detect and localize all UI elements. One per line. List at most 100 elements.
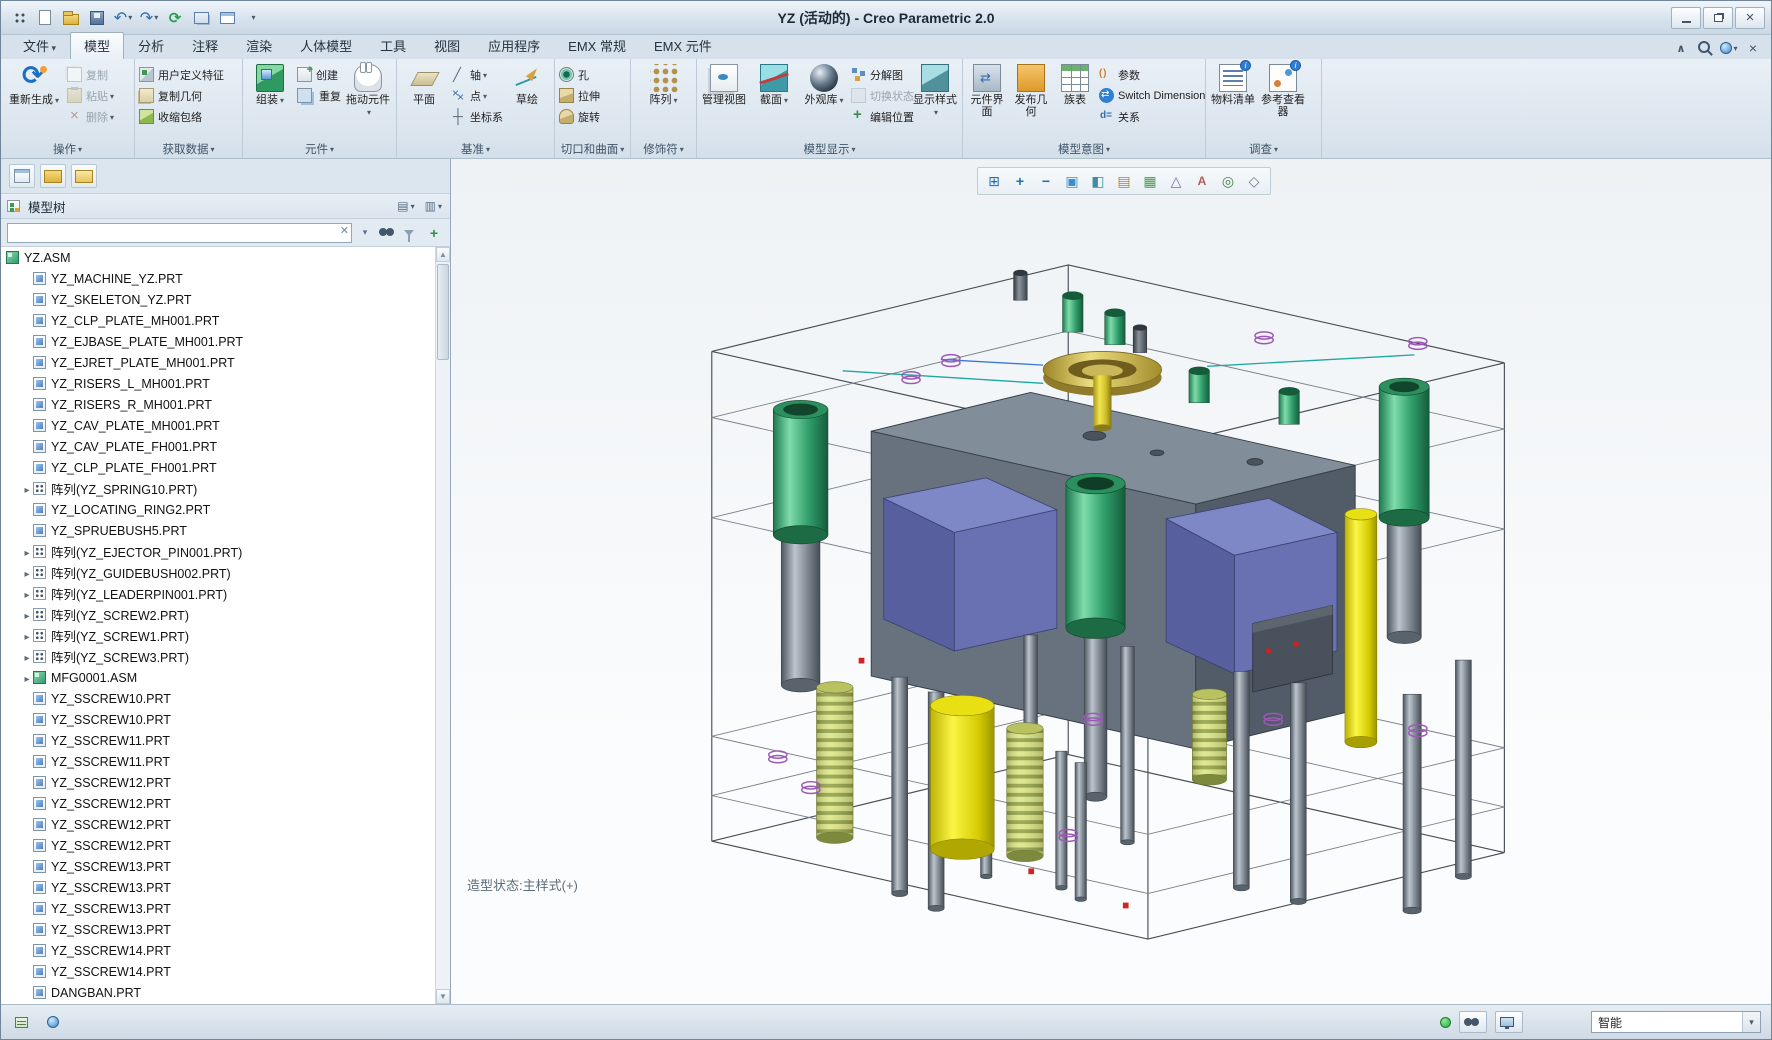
- shrinkwrap-button[interactable]: 收缩包络: [139, 108, 224, 125]
- publish-geometry-button[interactable]: 发布几何: [1011, 63, 1051, 118]
- tree-scrollbar[interactable]: ▲ ▼: [435, 247, 450, 1004]
- expand-icon[interactable]: [21, 629, 33, 643]
- manage-views-button[interactable]: 管理视图: [701, 63, 747, 106]
- model-tree-item[interactable]: YZ_RISERS_L_MH001.PRT: [1, 373, 435, 394]
- view-manager-icon[interactable]: ▦: [1138, 170, 1162, 192]
- model-tree-item[interactable]: YZ_SPRUEBUSH5.PRT: [1, 520, 435, 541]
- find-icon[interactable]: [378, 223, 398, 243]
- perspective-icon[interactable]: ◇: [1242, 170, 1266, 192]
- ribbon-search-icon[interactable]: [1695, 39, 1715, 57]
- ribbon-tab[interactable]: 渲染: [232, 32, 286, 59]
- ribbon-tab[interactable]: EMX 元件: [640, 32, 726, 59]
- model-tree-item[interactable]: YZ.ASM: [1, 247, 435, 268]
- save-icon[interactable]: [85, 6, 109, 30]
- switch-state-button[interactable]: 切换状态: [851, 87, 914, 104]
- model-tree-item[interactable]: 阵列(YZ_SCREW2.PRT): [1, 604, 435, 625]
- model-tree-item[interactable]: YZ_SSCREW11.PRT: [1, 730, 435, 751]
- repaint-icon[interactable]: ▣: [1060, 170, 1084, 192]
- model-tree-item[interactable]: 阵列(YZ_SCREW3.PRT): [1, 646, 435, 667]
- ribbon-tab[interactable]: 注释: [178, 32, 232, 59]
- model-tree-item[interactable]: YZ_SSCREW12.PRT: [1, 772, 435, 793]
- model-tree-item[interactable]: YZ_SSCREW13.PRT: [1, 898, 435, 919]
- model-tree-item[interactable]: YZ_CLP_PLATE_FH001.PRT: [1, 457, 435, 478]
- relations-button[interactable]: 关系: [1099, 108, 1201, 125]
- pattern-button[interactable]: 阵列: [641, 63, 687, 107]
- regenerate-small-icon[interactable]: [163, 6, 187, 30]
- expand-icon[interactable]: [21, 608, 33, 622]
- copy-button[interactable]: 复制: [67, 66, 114, 83]
- family-table-button[interactable]: 族表: [1055, 63, 1095, 106]
- udf-button[interactable]: 用户定义特征: [139, 66, 224, 83]
- sketch-button[interactable]: 草绘: [504, 63, 550, 106]
- assemble-button[interactable]: 组装: [247, 63, 293, 107]
- group-label-datum[interactable]: 基准: [397, 140, 554, 158]
- zoom-in-icon[interactable]: +: [1008, 170, 1032, 192]
- model-tree-item[interactable]: MFG0001.ASM: [1, 667, 435, 688]
- model-tree-item[interactable]: YZ_SSCREW14.PRT: [1, 940, 435, 961]
- model-tree-item[interactable]: YZ_SSCREW13.PRT: [1, 877, 435, 898]
- annotations-display-icon[interactable]: A: [1190, 170, 1214, 192]
- tree-add-icon[interactable]: [424, 223, 444, 243]
- expand-icon[interactable]: [21, 650, 33, 664]
- model-tree-item[interactable]: 阵列(YZ_SCREW1.PRT): [1, 625, 435, 646]
- browser-toggle-icon[interactable]: [43, 1011, 67, 1033]
- sections-button[interactable]: 截面: [751, 63, 797, 107]
- model-tree-item[interactable]: YZ_SSCREW10.PRT: [1, 709, 435, 730]
- collapse-ribbon-icon[interactable]: [1671, 39, 1691, 57]
- chevron-down-icon[interactable]: ▾: [1742, 1012, 1760, 1032]
- extrude-button[interactable]: 拉伸: [559, 87, 600, 104]
- model-tree-item[interactable]: YZ_CAV_PLATE_FH001.PRT: [1, 436, 435, 457]
- model-tree-item[interactable]: YZ_SSCREW13.PRT: [1, 856, 435, 877]
- window-cascade-icon[interactable]: [189, 6, 213, 30]
- model-tree-item[interactable]: YZ_CLP_PLATE_MH001.PRT: [1, 310, 435, 331]
- model-tree-item[interactable]: 阵列(YZ_SPRING10.PRT): [1, 478, 435, 499]
- model-tree-search-input[interactable]: [7, 222, 352, 243]
- clear-search-icon[interactable]: ✕: [340, 225, 349, 237]
- model-tree-item[interactable]: YZ_SKELETON_YZ.PRT: [1, 289, 435, 310]
- close-button[interactable]: [1735, 6, 1765, 29]
- navigator-toggle-icon[interactable]: [11, 1011, 35, 1033]
- ribbon-tab[interactable]: 视图: [420, 32, 474, 59]
- regenerate-button[interactable]: 重新生成: [5, 60, 63, 107]
- datum-display-icon[interactable]: △: [1164, 170, 1188, 192]
- minimize-button[interactable]: [1671, 6, 1701, 29]
- ribbon-tab[interactable]: 文件: [9, 32, 70, 59]
- scroll-down-icon[interactable]: ▼: [436, 989, 450, 1004]
- datum-csys-button[interactable]: 坐标系: [451, 108, 503, 125]
- group-label-model-intent[interactable]: 模型意图: [963, 140, 1205, 158]
- repeat-button[interactable]: 重复: [297, 87, 341, 104]
- scroll-up-icon[interactable]: ▲: [436, 247, 450, 262]
- model-tree-item[interactable]: DANGBAN.PRT: [1, 982, 435, 1003]
- model-tree-item[interactable]: YZ_EJRET_PLATE_MH001.PRT: [1, 352, 435, 373]
- scroll-thumb[interactable]: [437, 264, 449, 360]
- expand-icon[interactable]: [21, 566, 33, 580]
- group-label-get-data[interactable]: 获取数据: [135, 140, 242, 158]
- group-label-investigate[interactable]: 调查: [1206, 140, 1321, 158]
- model-tree-item[interactable]: YZ_SSCREW14.PRT: [1, 961, 435, 982]
- paste-button[interactable]: 粘贴: [67, 87, 114, 104]
- window-tool-button[interactable]: [1495, 1011, 1523, 1033]
- group-label-modifiers[interactable]: 修饰符: [631, 140, 696, 158]
- model-tree-item[interactable]: YZ_MACHINE_YZ.PRT: [1, 268, 435, 289]
- model-tree-item[interactable]: 阵列(YZ_GUIDEBUSH002.PRT): [1, 562, 435, 583]
- model-tree-item[interactable]: YZ_LOCATING_RING2.PRT: [1, 499, 435, 520]
- model-tree-item[interactable]: YZ_SSCREW12.PRT: [1, 835, 435, 856]
- bom-button[interactable]: 物料清单: [1210, 60, 1256, 106]
- hole-button[interactable]: 孔: [559, 66, 600, 83]
- copy-geometry-button[interactable]: 复制几何: [139, 87, 224, 104]
- group-label-operations[interactable]: 操作: [1, 140, 134, 158]
- navigator-show-icon[interactable]: [9, 164, 35, 188]
- new-file-icon[interactable]: [33, 6, 57, 30]
- favorites-icon[interactable]: [71, 164, 97, 188]
- explode-view-button[interactable]: 分解图: [851, 66, 908, 83]
- find-tool-button[interactable]: [1459, 1011, 1487, 1033]
- graphics-area[interactable]: ⊞ + − ▣ ◧ ▤ ▦ △ A ◎ ◇ 造型状态:主样式(+): [451, 159, 1771, 1004]
- expand-icon[interactable]: [21, 587, 33, 601]
- model-tree-item[interactable]: 阵列(YZ_EJECTOR_PIN001.PRT): [1, 541, 435, 562]
- component-interface-button[interactable]: 元件界面: [967, 63, 1007, 118]
- open-file-icon[interactable]: [59, 6, 83, 30]
- group-label-component[interactable]: 元件: [243, 140, 396, 158]
- group-label-model-display[interactable]: 模型显示: [697, 140, 962, 158]
- ribbon-tab[interactable]: 应用程序: [474, 32, 554, 59]
- datum-point-button[interactable]: 点: [451, 86, 500, 104]
